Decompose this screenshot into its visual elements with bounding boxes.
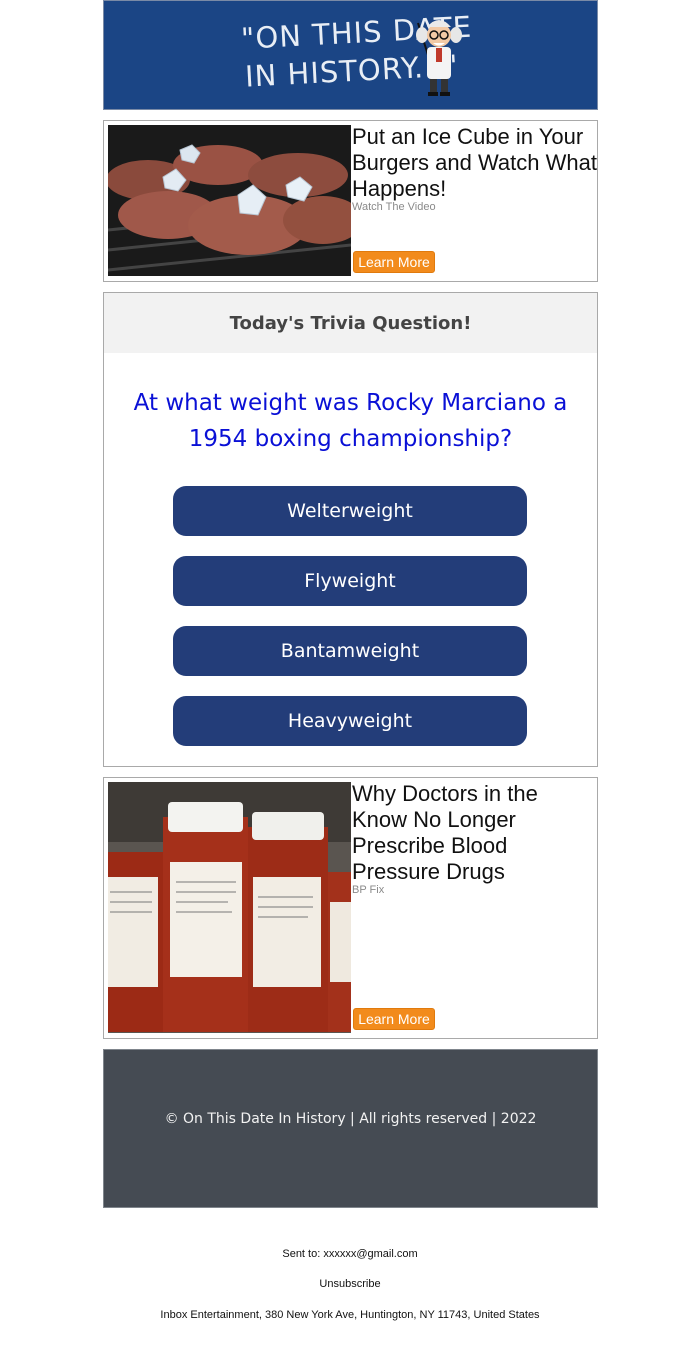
trivia-question: At what weight was Rocky Marciano a 1954…: [133, 390, 568, 452]
ad-source-label: BP Fix: [352, 884, 385, 896]
answer-button-bantamweight[interactable]: Bantamweight: [173, 626, 527, 676]
ad-title[interactable]: Why Doctors in the Know No Longer Prescr…: [352, 781, 597, 885]
ad-source-label: Watch The Video: [352, 201, 436, 213]
learn-more-button[interactable]: Learn More: [353, 1008, 435, 1030]
professor-mascot-icon: [416, 20, 462, 96]
unsubscribe-link[interactable]: Unsubscribe: [0, 1278, 700, 1290]
company-address: Inbox Entertainment, 380 New York Ave, H…: [160, 1309, 540, 1321]
site-logo[interactable]: "ON THIS DATE IN HISTORY...": [240, 10, 473, 95]
trivia-heading: Today's Trivia Question!: [104, 293, 597, 353]
logo-line-2: IN HISTORY...": [244, 48, 460, 94]
answer-button-heavyweight[interactable]: Heavyweight: [173, 696, 527, 746]
sponsored-ad-burgers[interactable]: Put an Ice Cube in Your Burgers and Watc…: [103, 120, 598, 282]
answer-button-flyweight[interactable]: Flyweight: [173, 556, 527, 606]
sent-to-text: Sent to: xxxxxx@gmail.com: [282, 1248, 418, 1260]
ad-image-burgers[interactable]: [108, 125, 351, 276]
trivia-panel: Today's Trivia Question! At what weight …: [103, 292, 598, 767]
sponsored-ad-blood-pressure[interactable]: Why Doctors in the Know No Longer Prescr…: [103, 777, 598, 1039]
header-banner[interactable]: "ON THIS DATE IN HISTORY...": [103, 0, 598, 110]
answer-button-welterweight[interactable]: Welterweight: [173, 486, 527, 536]
learn-more-button[interactable]: Learn More: [353, 251, 435, 273]
ad-title[interactable]: Put an Ice Cube in Your Burgers and Watc…: [352, 124, 597, 202]
copyright-text: © On This Date In History | All rights r…: [164, 1111, 537, 1127]
ad-image-pill-bottles[interactable]: [108, 782, 351, 1033]
footer-banner: © On This Date In History | All rights r…: [103, 1049, 598, 1208]
